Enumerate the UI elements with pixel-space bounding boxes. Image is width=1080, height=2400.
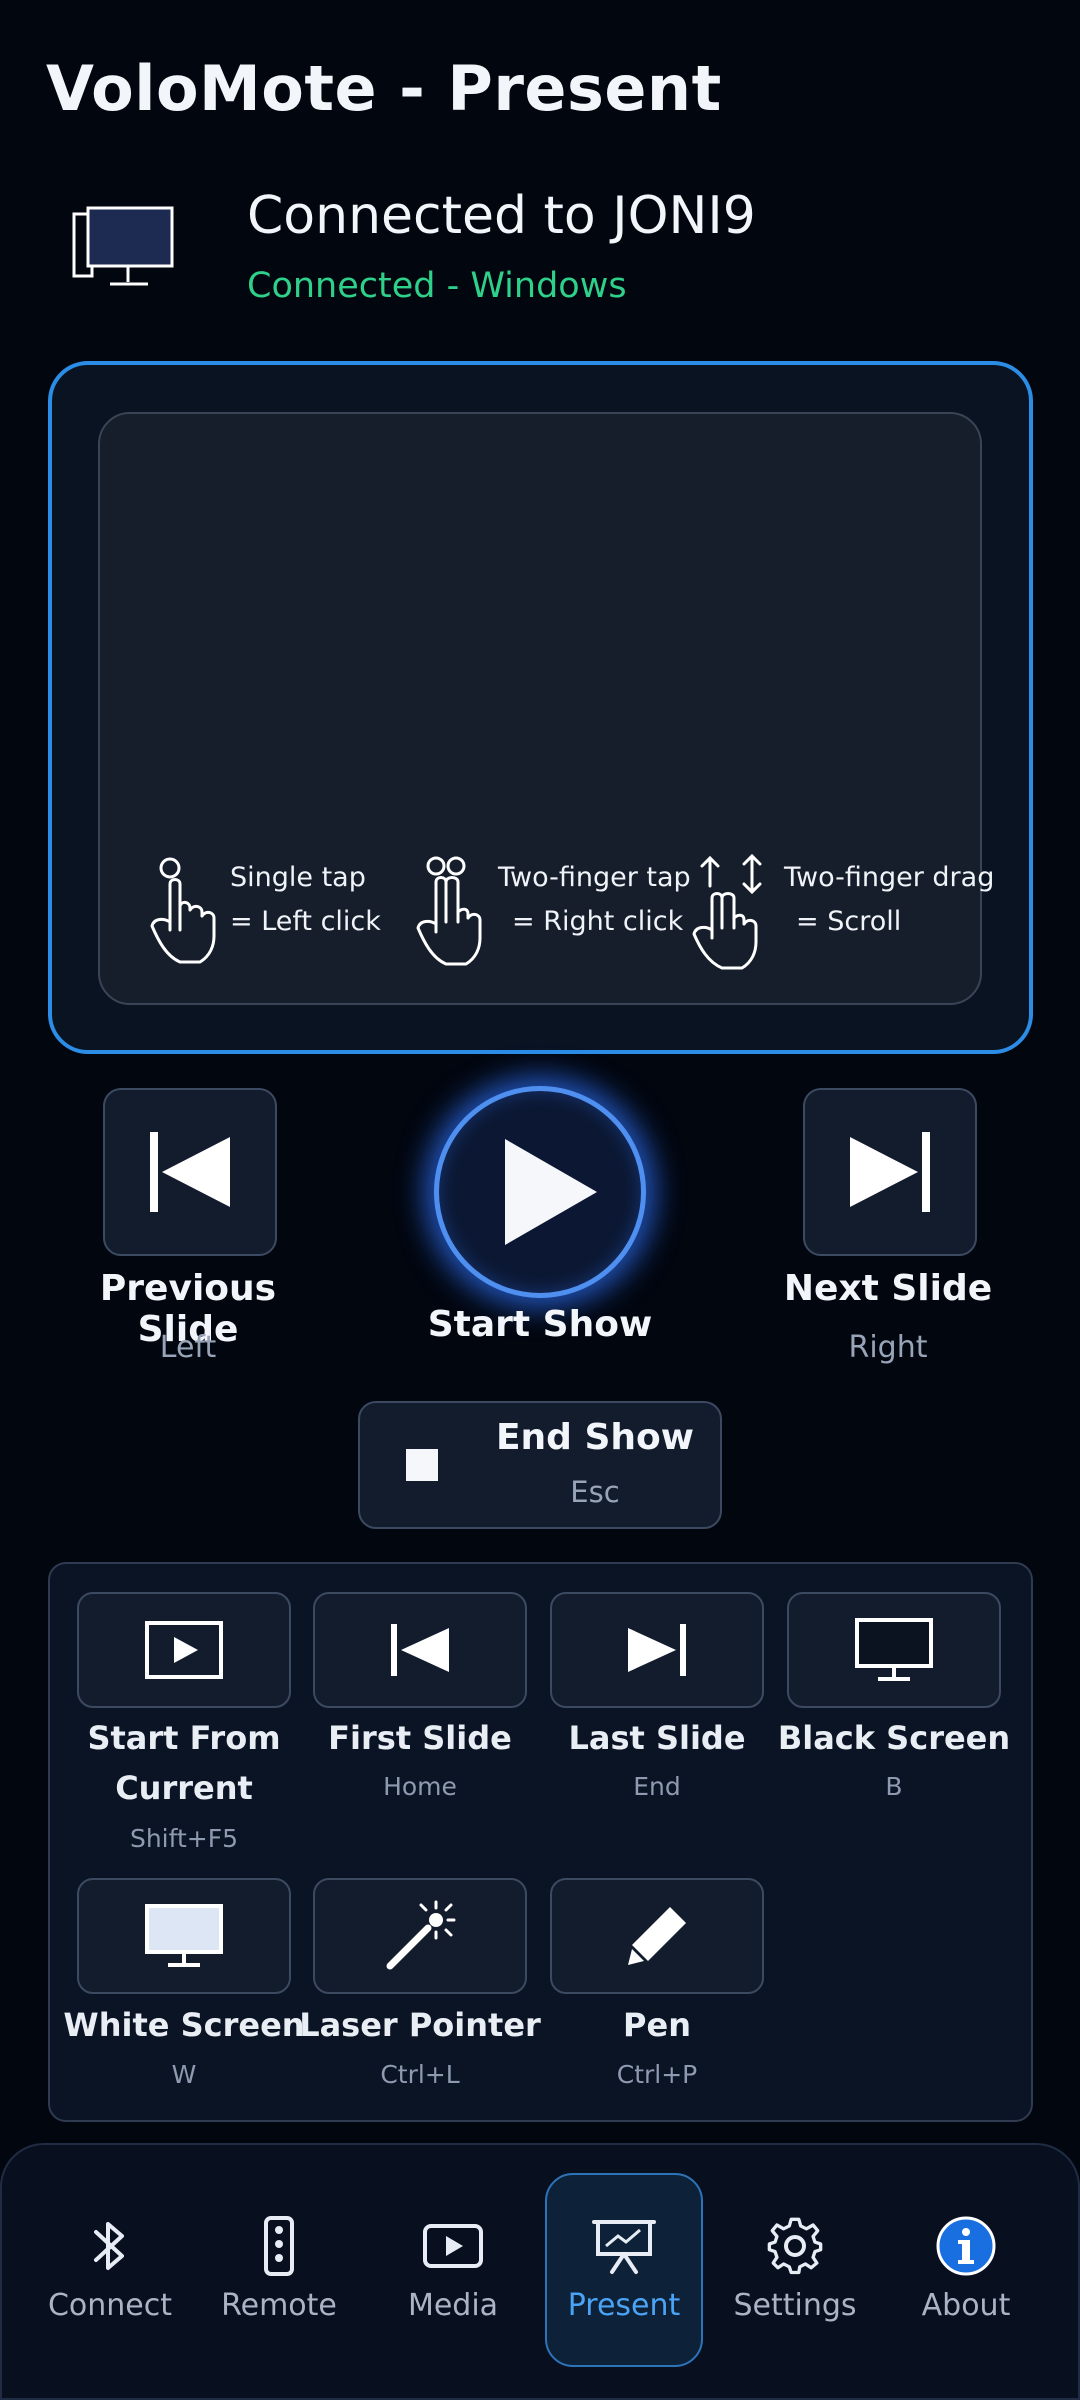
white-screen-key: W: [171, 2060, 197, 2089]
stop-icon: [406, 1449, 438, 1481]
last-slide-button[interactable]: [550, 1592, 764, 1708]
black-screen-label: Black Screen: [777, 1719, 1011, 1757]
two-finger-tap-icon: [416, 856, 482, 966]
first-slide-button[interactable]: [313, 1592, 527, 1708]
black-screen-button[interactable]: [787, 1592, 1001, 1708]
hint-single-tap-line1: Single tap: [230, 862, 366, 893]
hint-two-finger-tap: Two-finger tap = Right click: [412, 852, 691, 970]
monitor-icon: [72, 204, 176, 292]
end-show-key: Esc: [570, 1475, 620, 1509]
black-screen-key: B: [885, 1772, 903, 1801]
nav-label-settings: Settings: [733, 2288, 857, 2323]
nav-item-connect[interactable]: Connect: [30, 2216, 190, 2323]
hint-two-finger-drag: Two-finger drag = Scroll: [688, 852, 994, 970]
start-from-current-button[interactable]: [77, 1592, 291, 1708]
nav-label-remote: Remote: [221, 2288, 337, 2323]
black-monitor-icon: [855, 1618, 933, 1681]
nav-item-about[interactable]: About: [886, 2216, 1046, 2323]
nav-label-connect: Connect: [47, 2288, 173, 2323]
pen-key: Ctrl+P: [616, 2060, 698, 2089]
hint-single-tap: Single tap = Left click: [140, 852, 381, 970]
next-slide-icon: [850, 1132, 930, 1212]
start-show-button[interactable]: [434, 1086, 646, 1298]
first-slide-label: First Slide: [328, 1719, 512, 1757]
last-slide-key: End: [633, 1772, 681, 1801]
hint-two-finger-tap-line1: Two-finger tap: [498, 862, 691, 893]
nav-label-about: About: [921, 2288, 1011, 2323]
nav-item-settings[interactable]: Settings: [715, 2216, 875, 2323]
pen-label: Pen: [623, 2006, 691, 2044]
hint-single-tap-line2: = Left click: [230, 906, 381, 937]
end-show-label: End Show: [495, 1417, 695, 1458]
laser-pointer-label: Laser Pointer: [299, 2006, 541, 2044]
laser-wand-icon: [386, 1900, 456, 1970]
nav-item-present[interactable]: Present: [544, 2216, 704, 2323]
hint-two-finger-drag-line1: Two-finger drag: [784, 862, 995, 893]
next-slide-button[interactable]: [803, 1088, 977, 1256]
last-slide-icon: [628, 1624, 686, 1676]
bluetooth-icon: [94, 2222, 124, 2270]
nav-item-media[interactable]: Media: [373, 2216, 533, 2323]
pen-icon: [628, 1907, 686, 1965]
hint-two-finger-tap-line2: = Right click: [512, 906, 684, 937]
next-slide-label: Next Slide: [783, 1268, 993, 1309]
screen-play-icon: [145, 1621, 223, 1679]
next-slide-key: Right: [848, 1330, 928, 1365]
hint-two-finger-drag-line2: = Scroll: [796, 906, 902, 937]
two-finger-drag-icon: [692, 853, 762, 970]
previous-slide-icon: [150, 1132, 230, 1212]
play-icon: [505, 1139, 597, 1245]
start-from-current-key: Shift+F5: [129, 1824, 239, 1853]
end-show-button[interactable]: End Show Esc: [358, 1401, 722, 1529]
start-from-current-label: Start From Current: [62, 1713, 306, 1813]
connection-title: Connected to JONI9: [247, 186, 756, 246]
media-play-icon: [423, 2224, 483, 2268]
laser-pointer-button[interactable]: [313, 1878, 527, 1994]
start-from-current-label-line1: Start From: [87, 1719, 281, 1757]
page-title: VoloMote - Present: [46, 52, 722, 125]
connection-status: Connected - Windows: [247, 266, 627, 306]
remote-icon: [264, 2216, 294, 2276]
nav-item-remote[interactable]: Remote: [199, 2216, 359, 2323]
pen-button[interactable]: [550, 1878, 764, 1994]
first-slide-icon: [391, 1624, 449, 1676]
nav-label-present: Present: [567, 2288, 681, 2323]
laser-pointer-key: Ctrl+L: [380, 2060, 460, 2089]
presentation-icon: [592, 2220, 656, 2274]
white-monitor-icon: [145, 1904, 223, 1967]
previous-slide-key: Left: [159, 1330, 217, 1365]
start-show-label: Start Show: [427, 1304, 653, 1345]
info-icon: [936, 2216, 996, 2276]
white-screen-button[interactable]: [77, 1878, 291, 1994]
nav-label-media: Media: [407, 2288, 499, 2323]
last-slide-label: Last Slide: [568, 1719, 746, 1757]
single-tap-icon: [150, 857, 216, 964]
previous-slide-button[interactable]: [103, 1088, 277, 1256]
start-from-current-label-line2: Current: [115, 1769, 253, 1807]
white-screen-label: White Screen: [63, 2006, 305, 2044]
gear-icon: [767, 2217, 823, 2275]
first-slide-key: Home: [383, 1772, 457, 1801]
